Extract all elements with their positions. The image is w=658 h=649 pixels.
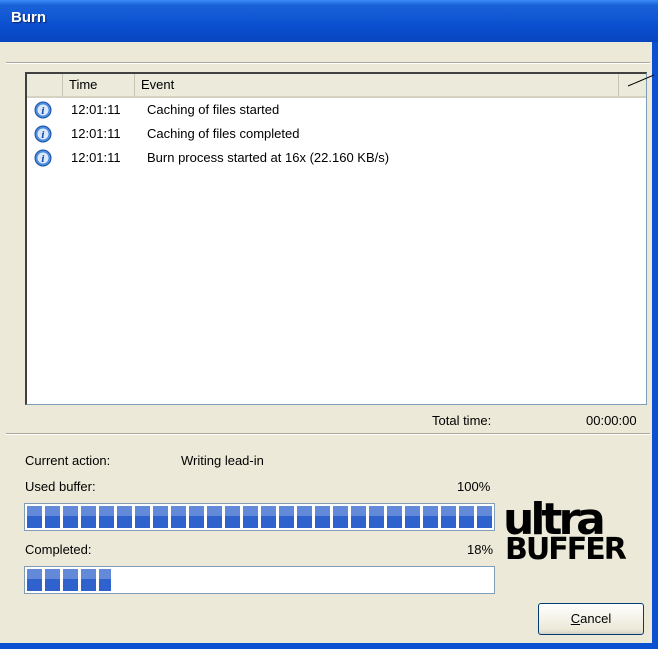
column-header-time[interactable]: Time [63, 74, 135, 96]
cancel-label: ancel [580, 611, 612, 626]
used-buffer-percent: 100% [457, 479, 491, 494]
list-item[interactable]: i 12:01:11 Caching of files started [27, 98, 646, 122]
log-time: 12:01:11 [71, 150, 121, 165]
resize-indicator-icon [627, 74, 654, 87]
window-frame-bottom [0, 643, 658, 649]
section-divider [6, 433, 650, 435]
info-icon: i [34, 125, 52, 143]
info-icon: i [34, 149, 52, 167]
completed-label: Completed: [25, 542, 92, 557]
top-divider [6, 62, 650, 64]
cancel-button[interactable]: Cancel [538, 603, 644, 635]
cancel-mnemonic: C [570, 611, 581, 626]
list-item[interactable]: i 12:01:11 Caching of files completed [27, 122, 646, 146]
used-buffer-progress-fill [27, 506, 492, 528]
logo-line-2: BUFFER [505, 532, 627, 567]
svg-text:i: i [41, 107, 45, 117]
current-action-value: Writing lead-in [181, 453, 264, 468]
completed-percent: 18% [467, 542, 494, 557]
log-time: 12:01:11 [71, 126, 121, 141]
window-title: Burn [11, 9, 46, 26]
completed-progress-fill [27, 569, 111, 591]
total-time-label: Total time: [432, 413, 492, 428]
used-buffer-label: Used buffer: [25, 479, 96, 494]
event-log-list[interactable]: Time Event i 12:01:11 Caching of files s… [25, 72, 647, 405]
column-header-event[interactable]: Event [135, 74, 619, 96]
used-buffer-progress-bar [24, 503, 495, 531]
title-bar[interactable]: Burn [0, 0, 658, 42]
info-icon: i [34, 101, 52, 119]
log-time: 12:01:11 [71, 102, 121, 117]
list-item[interactable]: i 12:01:11 Burn process started at 16x (… [27, 146, 646, 170]
window-frame-right [652, 42, 658, 649]
list-header: Time Event [27, 74, 646, 98]
current-action-label: Current action: [25, 453, 111, 468]
completed-progress-bar [24, 566, 495, 594]
column-header-icon[interactable] [27, 74, 63, 96]
svg-text:i: i [41, 155, 45, 165]
log-event: Caching of files completed [147, 126, 300, 141]
total-time-value: 00:00:00 [586, 413, 637, 428]
ultrabuffer-logo: ultra BUFFER [503, 494, 643, 567]
svg-text:i: i [41, 131, 45, 141]
log-event: Burn process started at 16x (22.160 KB/s… [147, 150, 390, 165]
log-event: Caching of files started [147, 102, 280, 117]
